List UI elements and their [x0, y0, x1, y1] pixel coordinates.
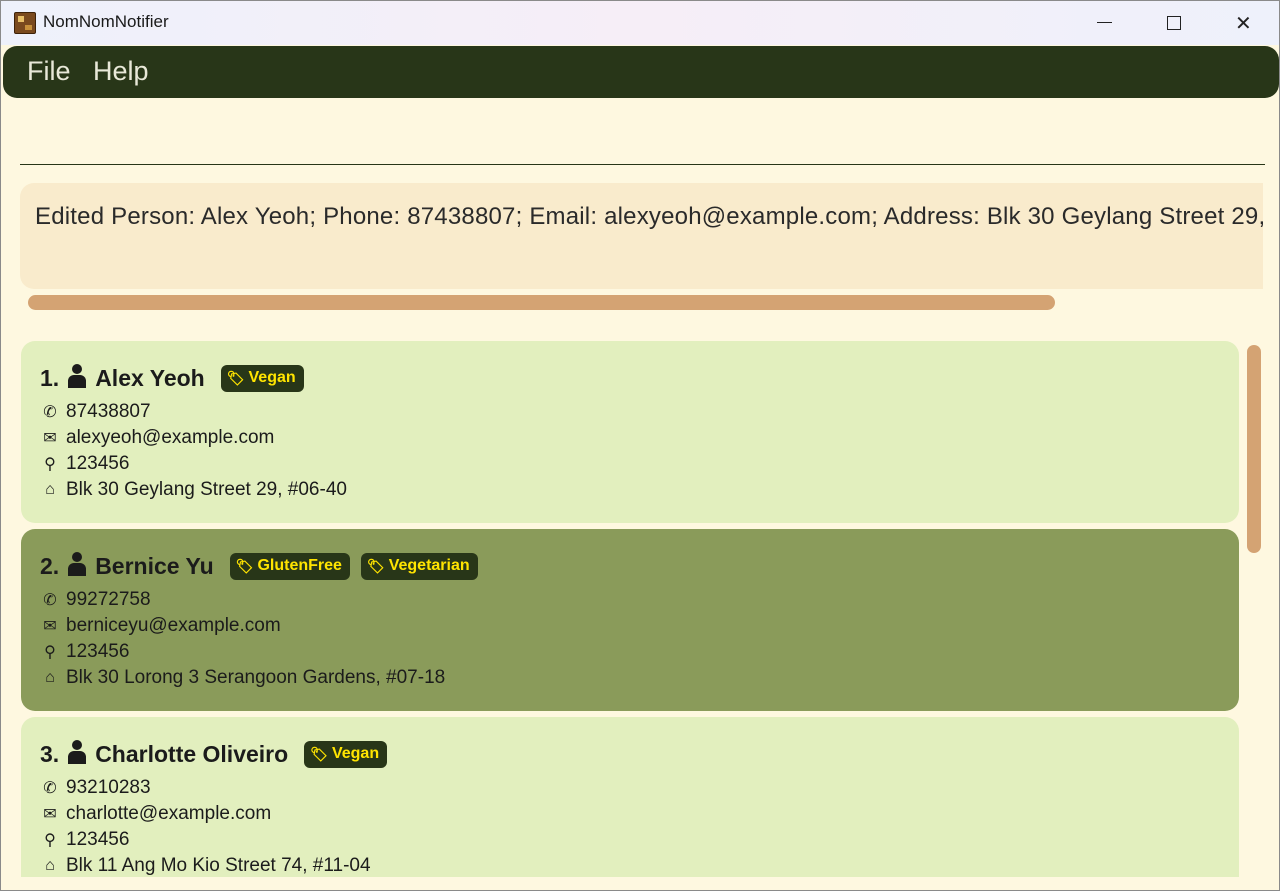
address-text: Blk 30 Geylang Street 29, #06-40: [66, 479, 347, 500]
email-icon: ✉: [43, 618, 57, 635]
tag-icon: 🏷: [226, 369, 245, 386]
postal-row: ⚲ 123456: [40, 452, 129, 476]
person-name-row: 3. Charlotte Oliveiro 🏷 Vegan: [40, 737, 388, 771]
person-index: 2.: [40, 552, 60, 579]
email-icon: ✉: [43, 430, 57, 447]
person-name: Bernice Yu: [95, 552, 214, 579]
tag-badge: 🏷 Vegan: [220, 364, 304, 392]
window-title: NomNomNotifier: [43, 12, 169, 31]
result-horizontal-scrollbar[interactable]: [28, 295, 1055, 310]
phone-icon: ✆: [43, 592, 57, 609]
person-index: 1.: [40, 364, 60, 391]
email-row: ✉ berniceyu@example.com: [40, 614, 281, 638]
postal-text: 123456: [66, 829, 130, 850]
close-button[interactable]: ✕: [1209, 1, 1279, 45]
minimize-button[interactable]: [1069, 1, 1139, 45]
menu-bar: File Help: [3, 46, 1279, 98]
address-row: ⌂ Blk 11 Ang Mo Kio Street 74, #11-04: [40, 854, 371, 877]
address-text: Blk 30 Lorong 3 Serangoon Gardens, #07-1…: [66, 667, 446, 688]
person-list: 1. Alex Yeoh 🏷 Vegan ✆ 87438807 ✉ alexyeoh@…: [21, 341, 1239, 877]
tag-badge: 🏷 GlutenFree: [229, 552, 350, 580]
tag-icon: 🏷: [366, 557, 385, 574]
person-card[interactable]: 1. Alex Yeoh 🏷 Vegan ✆ 87438807 ✉ alexyeoh@…: [21, 341, 1239, 523]
pin-icon: ⚲: [44, 644, 56, 661]
result-text: Edited Person: Alex Yeoh; Phone: 8743880…: [35, 203, 1263, 230]
email-icon: ✉: [43, 806, 57, 823]
tag-label: GlutenFree: [257, 557, 342, 574]
address-row: ⌂ Blk 30 Geylang Street 29, #06-40: [40, 478, 347, 502]
email-text: alexyeoh@example.com: [66, 427, 275, 448]
phone-text: 87438807: [66, 401, 151, 422]
phone-row: ✆ 93210283: [40, 776, 151, 800]
phone-row: ✆ 99272758: [40, 588, 151, 612]
menu-help[interactable]: Help: [93, 56, 149, 87]
tag-icon: 🏷: [310, 745, 328, 762]
postal-text: 123456: [66, 453, 130, 474]
postal-text: 123456: [66, 641, 130, 662]
app-logo-icon: [14, 12, 36, 34]
phone-icon: ✆: [43, 404, 57, 421]
email-text: charlotte@example.com: [66, 803, 272, 824]
menu-file[interactable]: File: [27, 56, 71, 87]
pin-icon: ⚲: [44, 456, 56, 473]
person-icon: [67, 552, 87, 576]
command-input[interactable]: [20, 101, 1265, 164]
phone-text: 99272758: [66, 589, 151, 610]
postal-row: ⚲ 123456: [40, 640, 129, 664]
email-text: berniceyu@example.com: [66, 615, 281, 636]
person-name: Alex Yeoh: [95, 364, 205, 391]
title-bar[interactable]: NomNomNotifier ✕: [1, 1, 1279, 45]
pin-icon: ⚲: [44, 832, 56, 849]
close-icon: ✕: [1235, 11, 1252, 35]
postal-row: ⚲ 123456: [40, 828, 129, 852]
phone-text: 93210283: [66, 777, 151, 798]
person-icon: [67, 740, 87, 764]
home-icon: ⌂: [45, 481, 55, 498]
person-index: 3.: [40, 740, 60, 767]
home-icon: ⌂: [45, 857, 55, 874]
tag-icon: 🏷: [235, 557, 254, 574]
address-row: ⌂ Blk 30 Lorong 3 Serangoon Gardens, #07-…: [40, 666, 445, 690]
phone-icon: ✆: [43, 780, 57, 797]
tag-label: Vegan: [331, 745, 380, 762]
person-name-row: 1. Alex Yeoh 🏷 Vegan: [40, 361, 304, 395]
email-row: ✉ alexyeoh@example.com: [40, 426, 274, 450]
result-display: Edited Person: Alex Yeoh; Phone: 8743880…: [20, 183, 1263, 289]
tag-label: Vegan: [248, 369, 296, 386]
tag-label: Vegetarian: [388, 557, 470, 574]
email-row: ✉ charlotte@example.com: [40, 802, 271, 826]
app-window: NomNomNotifier ✕ File Help Edited Person…: [0, 0, 1280, 891]
home-icon: ⌂: [45, 669, 55, 686]
person-card[interactable]: 2. Bernice Yu 🏷 GlutenFree 🏷 Vegetarian ✆ 9…: [21, 529, 1239, 711]
address-text: Blk 11 Ang Mo Kio Street 74, #11-04: [66, 855, 371, 876]
tag-badge: 🏷 Vegetarian: [360, 552, 478, 580]
person-icon: [67, 364, 87, 388]
phone-row: ✆ 87438807: [40, 400, 151, 424]
maximize-button[interactable]: [1139, 1, 1209, 45]
person-name-row: 2. Bernice Yu 🏷 GlutenFree 🏷 Vegetarian: [40, 549, 478, 583]
maximize-icon: [1167, 16, 1181, 30]
list-vertical-scrollbar[interactable]: [1247, 345, 1261, 553]
minimize-icon: [1097, 22, 1112, 23]
person-name: Charlotte Oliveiro: [95, 740, 289, 767]
person-card[interactable]: 3. Charlotte Oliveiro 🏷 Vegan ✆ 93210283 ✉…: [21, 717, 1239, 877]
command-box: [20, 101, 1265, 165]
tag-badge: 🏷 Vegan: [304, 740, 388, 768]
